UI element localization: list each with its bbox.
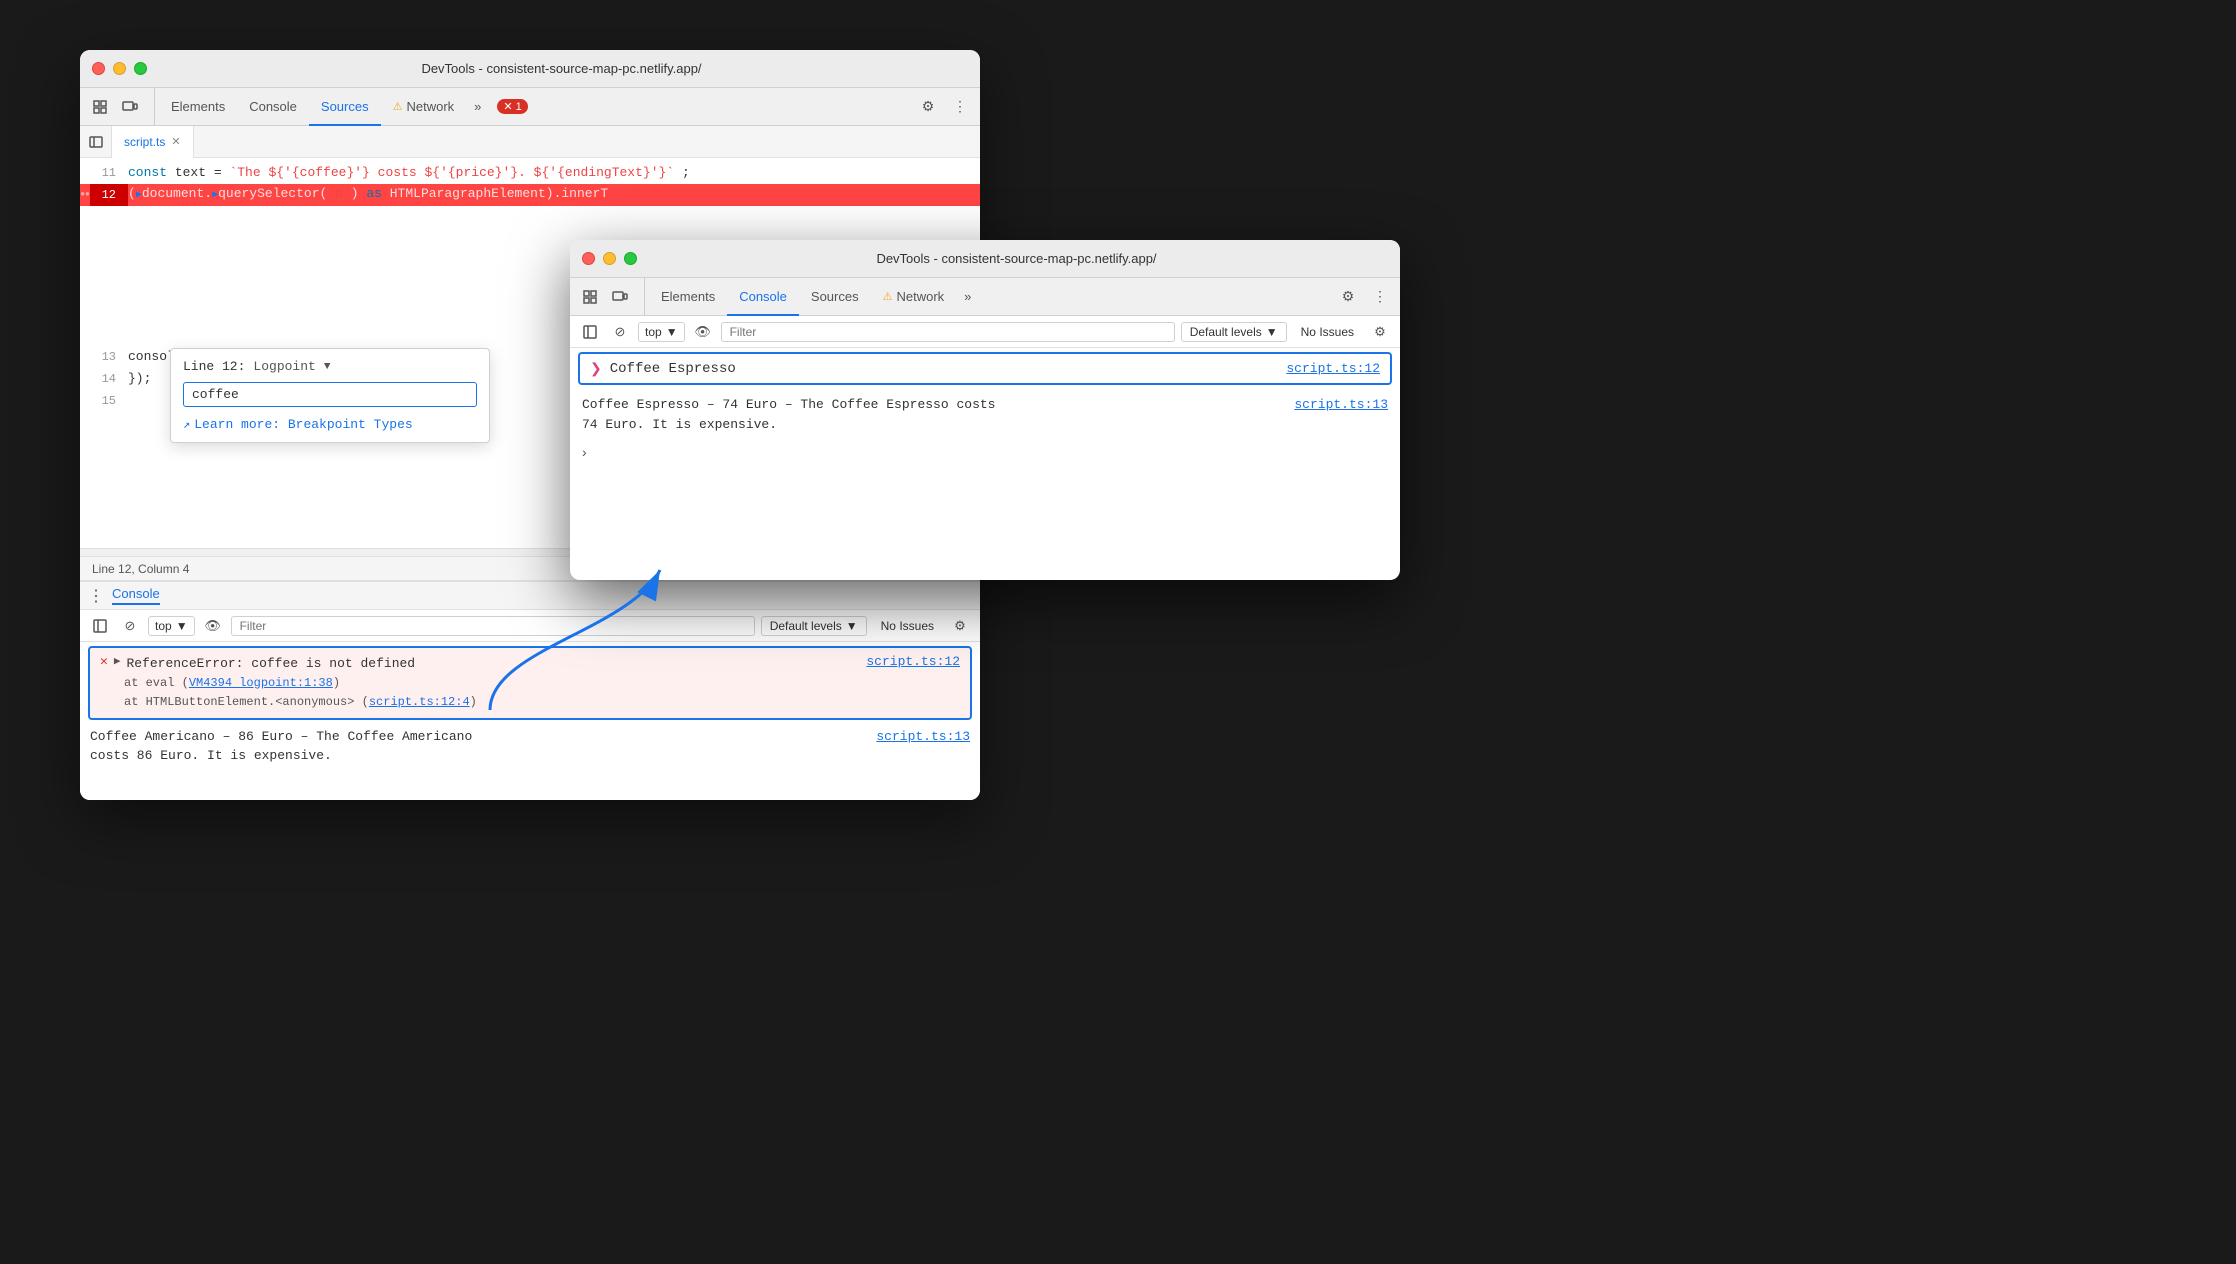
tab-console-back[interactable]: Console [237, 88, 309, 126]
maximize-button[interactable] [134, 62, 147, 75]
maximize-button-front[interactable] [624, 252, 637, 265]
front-log-text: Coffee Espresso – 74 Euro – The Coffee E… [582, 395, 995, 434]
console-toolbar-back: ⊘ top ▼ 👁 Default levels ▼ No Issues ⚙ [80, 610, 980, 642]
sidebar-toggle-back[interactable] [80, 126, 112, 158]
front-log-link[interactable]: script.ts:13 [1294, 395, 1388, 415]
window-title-back: DevTools - consistent-source-map-pc.netl… [155, 61, 968, 76]
tab-elements-back[interactable]: Elements [159, 88, 237, 126]
settings-icon-back[interactable]: ⚙ [916, 95, 940, 119]
expand-row: › [570, 440, 1400, 466]
error-message-text: ReferenceError: coffee is not defined [126, 654, 860, 674]
warn-icon-back: ⚠ [393, 100, 403, 113]
devtools-icon-group-front [578, 278, 645, 315]
logpoint-input[interactable] [183, 382, 477, 407]
device-icon-front[interactable] [608, 285, 632, 309]
more-icon-back[interactable]: ⋮ [948, 95, 972, 119]
titlebar-back: DevTools - consistent-source-map-pc.netl… [80, 50, 980, 88]
top-selector-front[interactable]: top ▼ [638, 322, 685, 342]
file-tab-script[interactable]: script.ts ✕ [112, 126, 194, 158]
espresso-icon: ❯ [590, 360, 602, 377]
code-line-11: 11 const text = `The ${'{coffee}'} costs… [80, 162, 980, 184]
close-file-tab[interactable]: ✕ [171, 135, 180, 148]
tab-sources-front[interactable]: Sources [799, 278, 871, 316]
console-log-row-americano: Coffee Americano – 86 Euro – The Coffee … [80, 724, 980, 769]
device-icon[interactable] [118, 95, 142, 119]
console-toolbar-front: ⊘ top ▼ 👁 Default levels ▼ No Issues ⚙ [570, 316, 1400, 348]
devtools-tabbar-back: Elements Console Sources ⚠ Network » ✕ 1… [80, 88, 980, 126]
minimize-button[interactable] [113, 62, 126, 75]
default-levels-front[interactable]: Default levels ▼ [1181, 322, 1287, 342]
devtools-tabbar-front: Elements Console Sources ⚠ Network » ⚙ ⋮ [570, 278, 1400, 316]
expand-arrow-icon[interactable]: ▶ [114, 654, 121, 668]
file-tabbar-back: script.ts ✕ [80, 126, 980, 158]
devtools-front-window: DevTools - consistent-source-map-pc.netl… [570, 240, 1400, 580]
logpoint-header: Line 12: Logpoint ▼ [183, 359, 477, 374]
stack-line-2: at HTMLButtonElement.<anonymous> (script… [124, 693, 960, 712]
eye-icon-back[interactable]: 👁 [201, 614, 225, 638]
tab-more-front[interactable]: » [956, 278, 979, 315]
window-title-front: DevTools - consistent-source-map-pc.netl… [645, 251, 1388, 266]
filter-input-back[interactable] [231, 616, 755, 636]
error-line-1: ✕ ▶ ReferenceError: coffee is not define… [100, 654, 960, 674]
console-three-dots[interactable]: ⋮ [88, 586, 104, 606]
titlebar-front: DevTools - consistent-source-map-pc.netl… [570, 240, 1400, 278]
filter-input-front[interactable] [721, 322, 1175, 342]
close-button-front[interactable] [582, 252, 595, 265]
tab-network-back[interactable]: ⚠ Network [381, 88, 467, 126]
log-expand-icon[interactable]: › [582, 444, 587, 460]
close-button[interactable] [92, 62, 105, 75]
error-link-main[interactable]: script.ts:12 [866, 654, 960, 669]
script-link[interactable]: script.ts:12:4 [369, 695, 470, 709]
settings-icon-front[interactable]: ⚙ [1336, 285, 1360, 309]
clear-icon-front[interactable]: ⊘ [608, 320, 632, 344]
no-issues-front: No Issues [1293, 325, 1362, 339]
more-icon-front[interactable]: ⋮ [1368, 285, 1392, 309]
default-levels-back[interactable]: Default levels ▼ [761, 616, 867, 636]
learn-more-link[interactable]: ↗ Learn more: Breakpoint Types [183, 417, 477, 432]
espresso-highlighted-row: ❯ Coffee Espresso script.ts:12 [578, 352, 1392, 385]
sidebar-icon-front[interactable] [578, 320, 602, 344]
logpoint-popup: Line 12: Logpoint ▼ ↗ Learn more: Breakp… [170, 348, 490, 443]
error-x-icon: ✕ [100, 654, 108, 669]
no-issues-back: No Issues [873, 619, 942, 633]
inspect-icon[interactable] [88, 95, 112, 119]
tab-sources-back[interactable]: Sources [309, 88, 381, 126]
console-gear-front[interactable]: ⚙ [1368, 320, 1392, 344]
code-line-12: ●● 12 (▶document.▶querySelector('p') as … [80, 184, 980, 206]
warn-icon-front: ⚠ [883, 290, 893, 303]
traffic-lights-front [582, 252, 637, 265]
espresso-text: Coffee Espresso [610, 361, 736, 377]
console-panel-back: ⋮ Console ⊘ top ▼ 👁 Default l [80, 580, 980, 800]
tab-console-front[interactable]: Console [727, 278, 799, 316]
console-error-row: ✕ ▶ ReferenceError: coffee is not define… [88, 646, 972, 720]
console-gear-back[interactable]: ⚙ [948, 614, 972, 638]
console-panel-header: ⋮ Console [80, 582, 980, 610]
console-sidebar-icon[interactable] [88, 614, 112, 638]
devtools-icon-group [88, 88, 155, 125]
console-content-back: ✕ ▶ ReferenceError: coffee is not define… [80, 642, 980, 800]
console-clear-icon[interactable]: ⊘ [118, 614, 142, 638]
tab-network-front[interactable]: ⚠ Network [871, 278, 957, 316]
error-stack: at eval (VM4394 logpoint:1:38) at HTMLBu… [100, 674, 960, 712]
tab-more-back[interactable]: » [466, 88, 489, 125]
eye-icon-front[interactable]: 👁 [691, 320, 715, 344]
inspect-icon-front[interactable] [578, 285, 602, 309]
console-tab-label[interactable]: Console [112, 586, 160, 605]
logpoint-dropdown[interactable]: ▼ [324, 361, 331, 373]
front-console-content: ❯ Coffee Espresso script.ts:12 Coffee Es… [570, 348, 1400, 580]
espresso-link[interactable]: script.ts:12 [1286, 361, 1380, 376]
gear-area-back: ⚙ ⋮ [916, 88, 972, 125]
traffic-lights [92, 62, 147, 75]
tab-elements-front[interactable]: Elements [649, 278, 727, 316]
log-link-americano[interactable]: script.ts:13 [876, 727, 970, 747]
gear-area-front: ⚙ ⋮ [1336, 278, 1392, 315]
vm-link[interactable]: VM4394 logpoint:1:38 [189, 676, 333, 690]
top-selector-back[interactable]: top ▼ [148, 616, 195, 636]
front-console-log-row: Coffee Espresso – 74 Euro – The Coffee E… [570, 389, 1400, 440]
error-badge-back: ✕ 1 [497, 99, 527, 114]
stack-line-1: at eval (VM4394 logpoint:1:38) [124, 674, 960, 693]
log-text-americano: Coffee Americano – 86 Euro – The Coffee … [90, 727, 876, 766]
minimize-button-front[interactable] [603, 252, 616, 265]
